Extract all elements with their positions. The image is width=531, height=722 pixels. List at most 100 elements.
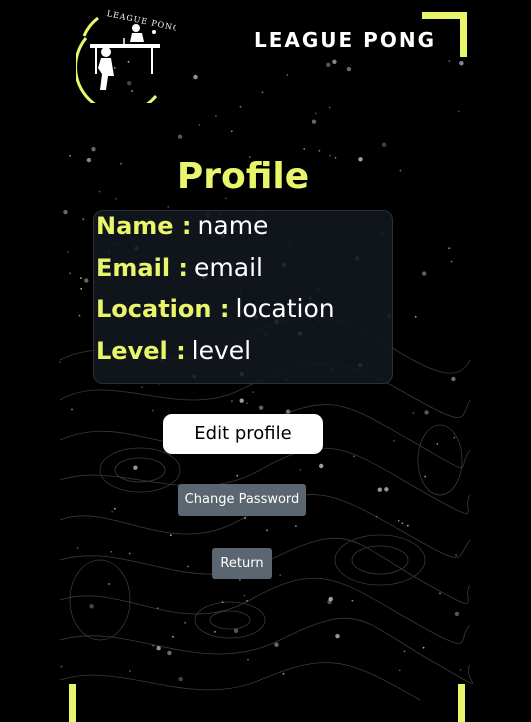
background-dot xyxy=(282,672,285,675)
background-dot xyxy=(351,599,354,602)
background-dot xyxy=(422,271,427,276)
background-dot xyxy=(111,510,114,513)
background-dot xyxy=(439,592,441,595)
background-dot xyxy=(448,247,451,250)
background-dot xyxy=(67,251,69,254)
background-dot xyxy=(436,443,439,445)
background-dot xyxy=(69,272,71,275)
background-dot xyxy=(214,631,216,633)
background-dot xyxy=(274,642,279,647)
background-dot xyxy=(459,61,464,66)
background-dot xyxy=(233,628,239,633)
background-dot xyxy=(172,635,174,638)
background-dot xyxy=(236,474,239,477)
background-dot xyxy=(450,260,453,263)
app-screen: LEAGUE PONG LEAGUE PONG Profile Name : na… xyxy=(0,0,531,722)
return-button[interactable]: Return xyxy=(212,548,272,579)
background-dot xyxy=(406,524,409,527)
profile-row-location: Location : location xyxy=(96,294,335,328)
background-dot xyxy=(84,278,89,283)
background-dot xyxy=(454,611,460,617)
corner-frame-bottom-left xyxy=(69,684,114,722)
background-dot xyxy=(239,578,241,581)
background-dot xyxy=(76,547,79,550)
background-dot xyxy=(422,646,425,649)
background-dot xyxy=(80,287,83,290)
background-dot xyxy=(156,646,161,651)
background-dot xyxy=(246,599,249,602)
background-dot xyxy=(221,601,224,603)
background-dot xyxy=(414,315,417,318)
background-dot xyxy=(239,398,244,403)
background-dot xyxy=(133,465,138,470)
background-dot xyxy=(89,604,94,609)
background-dot xyxy=(318,149,321,152)
background-dot xyxy=(332,59,337,64)
profile-card: Name : name Email : email Location : locati… xyxy=(93,210,393,384)
background-dot xyxy=(424,410,429,415)
background-dot xyxy=(91,147,96,152)
background-dot xyxy=(299,468,302,471)
background-dot xyxy=(377,487,382,492)
profile-row-level: Level : level xyxy=(96,336,251,370)
background-dot xyxy=(451,376,456,382)
background-dot xyxy=(375,515,378,518)
level-value: level xyxy=(191,336,252,365)
background-dot xyxy=(193,74,198,80)
brand-title: LEAGUE PONG xyxy=(254,28,436,52)
background-dot xyxy=(266,529,268,532)
background-dot xyxy=(246,402,249,404)
league-pong-logo: LEAGUE PONG xyxy=(76,9,176,103)
background-dot xyxy=(152,409,154,412)
background-dot xyxy=(319,463,324,469)
background-dot xyxy=(384,487,389,492)
background-dot xyxy=(397,519,400,522)
background-dot xyxy=(167,205,170,208)
background-dot xyxy=(152,644,155,647)
background-dot xyxy=(78,314,81,317)
background-dot xyxy=(59,361,61,363)
background-dot xyxy=(381,142,387,147)
email-value: email xyxy=(194,253,263,282)
location-value: location xyxy=(235,294,335,323)
background-dot xyxy=(295,525,297,527)
background-dot xyxy=(129,670,131,672)
edit-profile-button[interactable]: Edit profile xyxy=(163,414,323,454)
background-dot xyxy=(457,110,460,113)
background-dot xyxy=(335,634,340,639)
background-dot xyxy=(128,552,131,555)
name-label: Name : xyxy=(96,212,192,240)
change-password-button[interactable]: Change Password xyxy=(178,484,306,516)
background-dot xyxy=(184,621,187,624)
background-dot xyxy=(247,658,249,661)
background-dot xyxy=(279,574,282,576)
background-dot xyxy=(326,62,331,67)
background-dot xyxy=(230,130,233,133)
background-dot xyxy=(327,599,332,605)
background-dot xyxy=(244,517,247,519)
background-dot xyxy=(80,277,82,279)
background-dot xyxy=(401,522,404,525)
background-dot xyxy=(303,148,306,150)
name-value: name xyxy=(197,211,269,240)
background-dot xyxy=(231,400,233,403)
corner-frame-top-right xyxy=(422,12,467,57)
background-dot xyxy=(110,550,113,553)
background-dot xyxy=(448,60,451,62)
background-dot xyxy=(187,565,190,568)
background-dot xyxy=(178,676,183,682)
page-title: Profile xyxy=(176,156,310,197)
background-dot xyxy=(63,209,68,215)
corner-frame-bottom-right xyxy=(420,684,465,722)
background-dot xyxy=(459,669,462,671)
background-dot xyxy=(198,124,201,126)
background-dot xyxy=(393,439,395,442)
background-dot xyxy=(71,408,73,411)
background-dot xyxy=(453,436,456,439)
profile-row-name: Name : name xyxy=(96,211,268,245)
background-dot xyxy=(353,455,355,458)
background-dot xyxy=(252,391,255,393)
background-dot xyxy=(258,405,264,410)
location-label: Location : xyxy=(96,295,230,323)
background-dot xyxy=(225,197,227,200)
